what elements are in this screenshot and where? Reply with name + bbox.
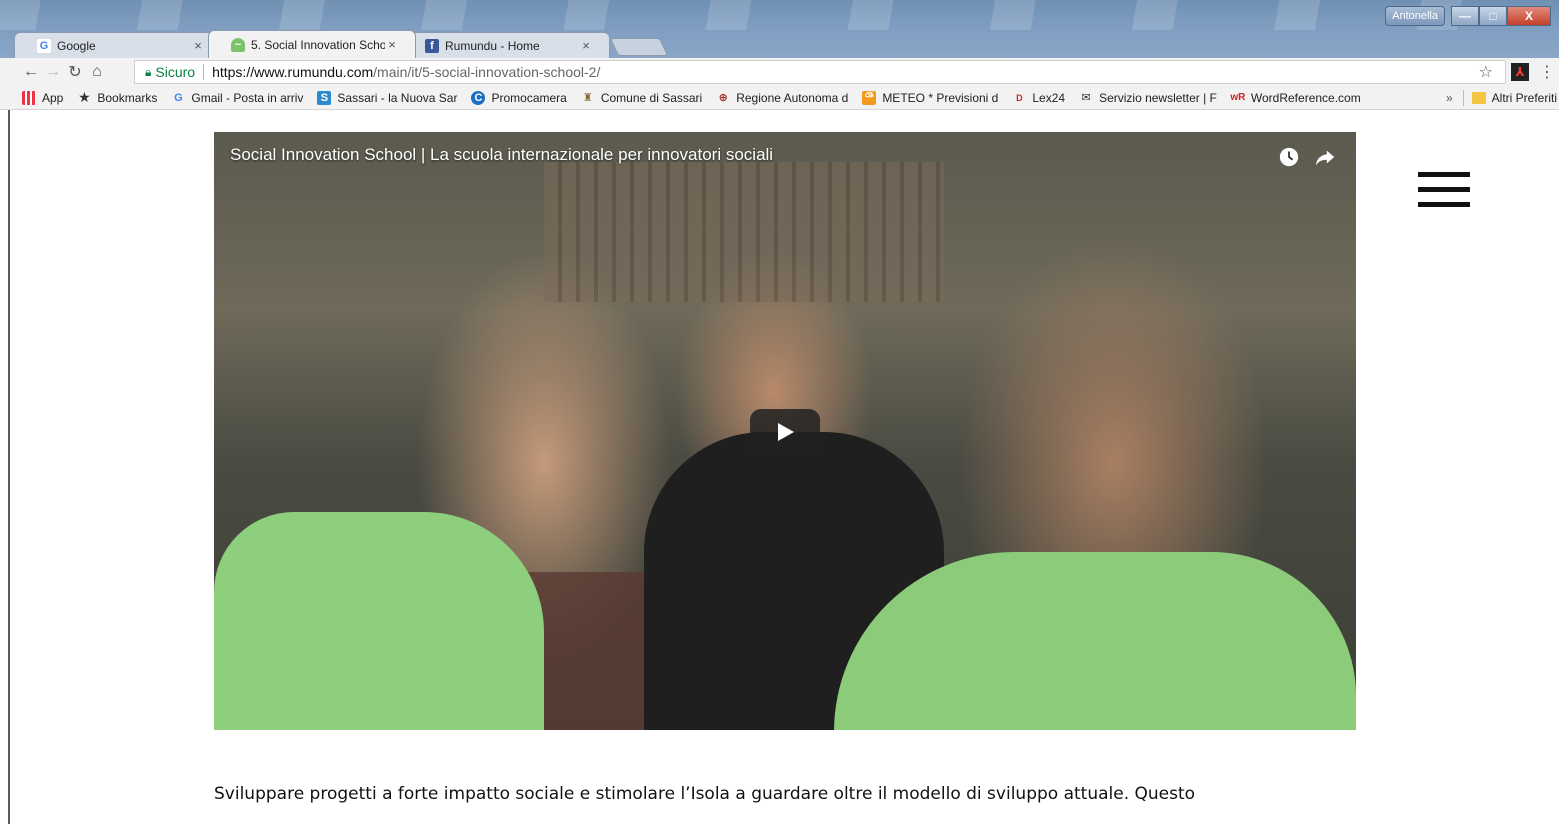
new-tab-button[interactable] bbox=[609, 38, 669, 56]
folder-icon bbox=[1471, 91, 1486, 104]
profile-button[interactable]: Antonella bbox=[1385, 6, 1445, 26]
browser-title-bar: G Google × ~ 5. Social Innovation Scho ×… bbox=[0, 0, 1559, 58]
close-tab-icon[interactable]: × bbox=[579, 38, 593, 53]
bookmarks-overflow-button[interactable]: » bbox=[1446, 91, 1453, 105]
close-tab-icon[interactable]: × bbox=[191, 38, 205, 53]
region-icon: ⊕ bbox=[718, 92, 728, 104]
crest-icon: ♜ bbox=[582, 92, 593, 104]
bookmark-label: METEO * Previsioni d bbox=[882, 90, 999, 105]
bookmark-label: Lex24 bbox=[1032, 90, 1066, 105]
bookmark-wordreference[interactable]: wR WordReference.com bbox=[1230, 90, 1361, 105]
tab-strip: G Google × ~ 5. Social Innovation Scho ×… bbox=[14, 27, 669, 58]
tab-google[interactable]: G Google × bbox=[14, 32, 222, 58]
wordreference-icon: wR bbox=[1230, 92, 1246, 103]
bookmark-label: Comune di Sassari bbox=[600, 90, 703, 105]
promocamera-icon: C bbox=[471, 90, 486, 105]
close-window-button[interactable]: X bbox=[1507, 6, 1551, 26]
maximize-button[interactable]: □ bbox=[1479, 6, 1507, 26]
lex24-icon: D bbox=[1016, 92, 1023, 103]
back-arrow-icon[interactable]: ← bbox=[20, 63, 42, 81]
video-title[interactable]: Social Innovation School | La scuola int… bbox=[230, 145, 773, 165]
forward-arrow-icon[interactable]: → bbox=[42, 63, 64, 81]
bookmark-label: Sassari - la Nuova Sar bbox=[337, 90, 458, 105]
security-label: Sicuro bbox=[155, 64, 196, 80]
bookmark-label: App bbox=[42, 90, 64, 105]
tab-rumundu-home[interactable]: f Rumundu - Home × bbox=[402, 32, 610, 58]
bookmarks-bar: App ★ Bookmarks G Gmail - Posta in arriv… bbox=[0, 86, 1559, 110]
bookmark-newsletter[interactable]: ✉ Servizio newsletter | F bbox=[1079, 90, 1217, 105]
bookmark-gmail[interactable]: G Gmail - Posta in arriv bbox=[171, 91, 303, 105]
url-path: /main/it/5-social-innovation-school-2/ bbox=[373, 64, 601, 80]
menu-kebab-icon[interactable]: ⋮ bbox=[1539, 62, 1555, 82]
window-controls: Antonella — □ X bbox=[1385, 6, 1551, 26]
page-left-border bbox=[0, 110, 10, 824]
youtube-video-player[interactable]: Social Innovation School | La scuola int… bbox=[214, 132, 1356, 730]
pdf-extension-icon[interactable]: ⅄ bbox=[1511, 63, 1529, 81]
article-text: Sviluppare progetti a forte impatto soci… bbox=[214, 776, 1356, 812]
toolbar-extensions: ⅄ ⋮ bbox=[1511, 62, 1555, 82]
google-icon: G bbox=[37, 38, 51, 53]
bookmark-regione[interactable]: ⊕ Regione Autonoma d bbox=[716, 90, 849, 105]
play-button[interactable] bbox=[750, 409, 820, 455]
bookmark-label: Bookmarks bbox=[97, 90, 158, 105]
url-domain: https://www.rumundu.com bbox=[212, 64, 374, 80]
share-arrow-icon[interactable] bbox=[1314, 146, 1336, 168]
bookmark-comune-sassari[interactable]: ♜ Comune di Sassari bbox=[581, 91, 702, 105]
news-icon: S bbox=[317, 90, 332, 105]
bookmark-label: Altri Preferiti bbox=[1491, 90, 1557, 105]
browser-toolbar: ← → ↻ ⌂ 🔒︎ Sicuro https://www.rumundu.co… bbox=[0, 58, 1559, 86]
bookmark-label: Regione Autonoma d bbox=[736, 90, 849, 105]
bookmark-other-folder[interactable]: Altri Preferiti bbox=[1471, 90, 1557, 105]
bookmark-nuova-sardegna[interactable]: S Sassari - la Nuova Sar bbox=[317, 90, 458, 105]
tab-title: Google bbox=[57, 38, 96, 53]
rumundu-icon: ~ bbox=[231, 37, 245, 52]
minimize-button[interactable]: — bbox=[1451, 6, 1479, 26]
lock-icon: 🔒︎ bbox=[145, 64, 152, 79]
bookmark-meteo[interactable]: ⛅︎ METEO * Previsioni d bbox=[862, 90, 999, 105]
bookmark-app[interactable]: App bbox=[22, 90, 64, 105]
bookmark-label: Servizio newsletter | F bbox=[1099, 90, 1217, 105]
bookmark-star-icon[interactable]: ☆ bbox=[1479, 62, 1493, 82]
meteo-icon: ⛅︎ bbox=[862, 90, 877, 105]
bookmark-promocamera[interactable]: C Promocamera bbox=[471, 90, 567, 105]
bookmark-label: WordReference.com bbox=[1250, 90, 1361, 105]
address-bar[interactable]: 🔒︎ Sicuro https://www.rumundu.com/main/i… bbox=[134, 60, 1506, 84]
star-icon: ★ bbox=[78, 89, 91, 105]
apps-grid-icon bbox=[22, 90, 36, 105]
tab-title: 5. Social Innovation Scho bbox=[251, 37, 385, 52]
video-top-controls bbox=[1278, 146, 1336, 168]
watch-later-clock-icon[interactable] bbox=[1278, 146, 1300, 168]
close-tab-icon[interactable]: × bbox=[385, 37, 399, 52]
google-icon: G bbox=[174, 91, 183, 104]
tab-social-innovation[interactable]: ~ 5. Social Innovation Scho × bbox=[208, 30, 416, 58]
play-icon bbox=[778, 423, 794, 441]
bookmark-label: Gmail - Posta in arriv bbox=[191, 90, 304, 105]
tab-title: Rumundu - Home bbox=[445, 38, 540, 53]
article-paragraph-line: Sviluppare progetti a forte impatto soci… bbox=[214, 784, 1196, 804]
home-icon[interactable]: ⌂ bbox=[86, 63, 108, 81]
bookmark-label: Promocamera bbox=[491, 90, 567, 105]
reload-icon[interactable]: ↻ bbox=[64, 62, 86, 82]
facebook-icon: f bbox=[425, 38, 439, 53]
bookmark-lex24[interactable]: D Lex24 bbox=[1012, 91, 1065, 105]
hamburger-menu-icon[interactable] bbox=[1418, 172, 1470, 208]
mail-icon: ✉ bbox=[1081, 92, 1091, 104]
bookmark-bookmarks[interactable]: ★ Bookmarks bbox=[77, 89, 158, 105]
